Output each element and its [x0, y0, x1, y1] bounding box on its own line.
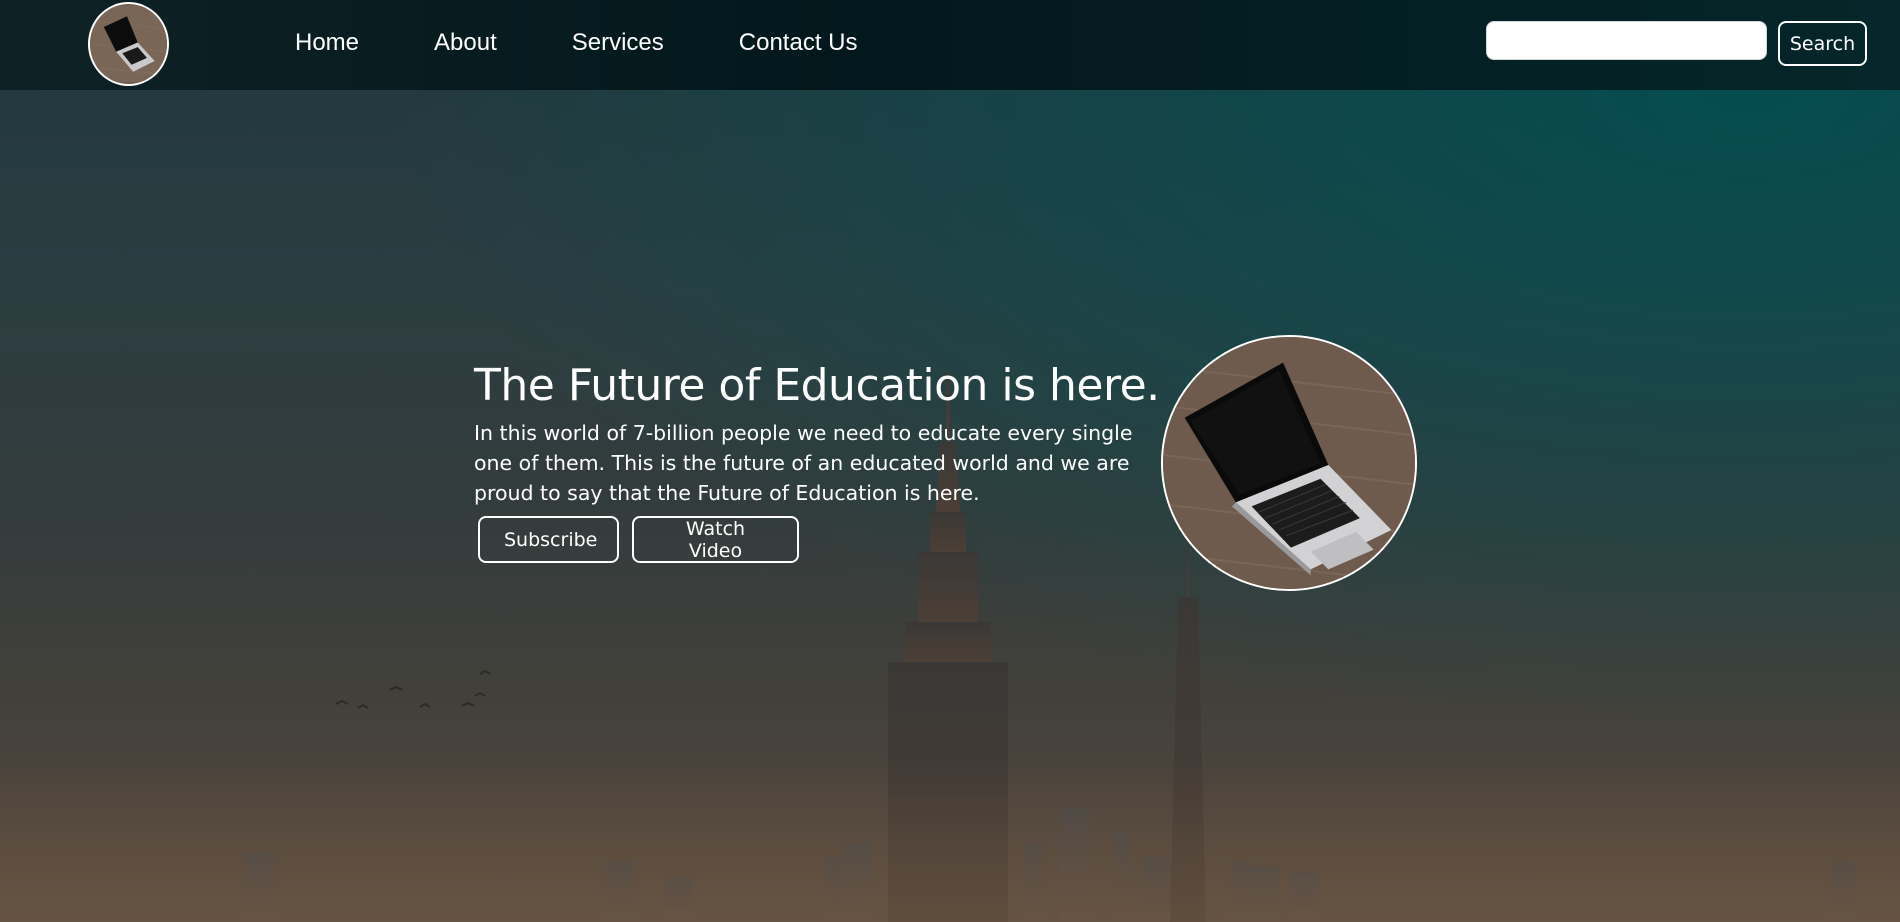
main-nav: Home About Services Contact Us [295, 26, 933, 60]
hero-actions: Subscribe Watch Video [478, 516, 799, 563]
nav-contact-link[interactable]: Contact Us [739, 26, 858, 60]
hero-title: The Future of Education is here. [474, 360, 1160, 411]
search-button[interactable]: Search [1778, 21, 1867, 66]
nav-services-link[interactable]: Services [572, 26, 664, 60]
watch-video-button[interactable]: Watch Video [632, 516, 799, 563]
laptop-logo-icon[interactable] [88, 2, 169, 86]
search-input[interactable] [1486, 21, 1767, 60]
hero-section: The Future of Education is here. In this… [474, 356, 1160, 508]
navbar: Home About Services Contact Us Search [0, 0, 1900, 90]
hero-description: In this world of 7-billion people we nee… [474, 421, 1133, 505]
subscribe-button[interactable]: Subscribe [478, 516, 619, 563]
nav-about-link[interactable]: About [434, 26, 497, 60]
laptop-on-desk-image [1161, 335, 1417, 591]
nav-home-link[interactable]: Home [295, 26, 359, 60]
